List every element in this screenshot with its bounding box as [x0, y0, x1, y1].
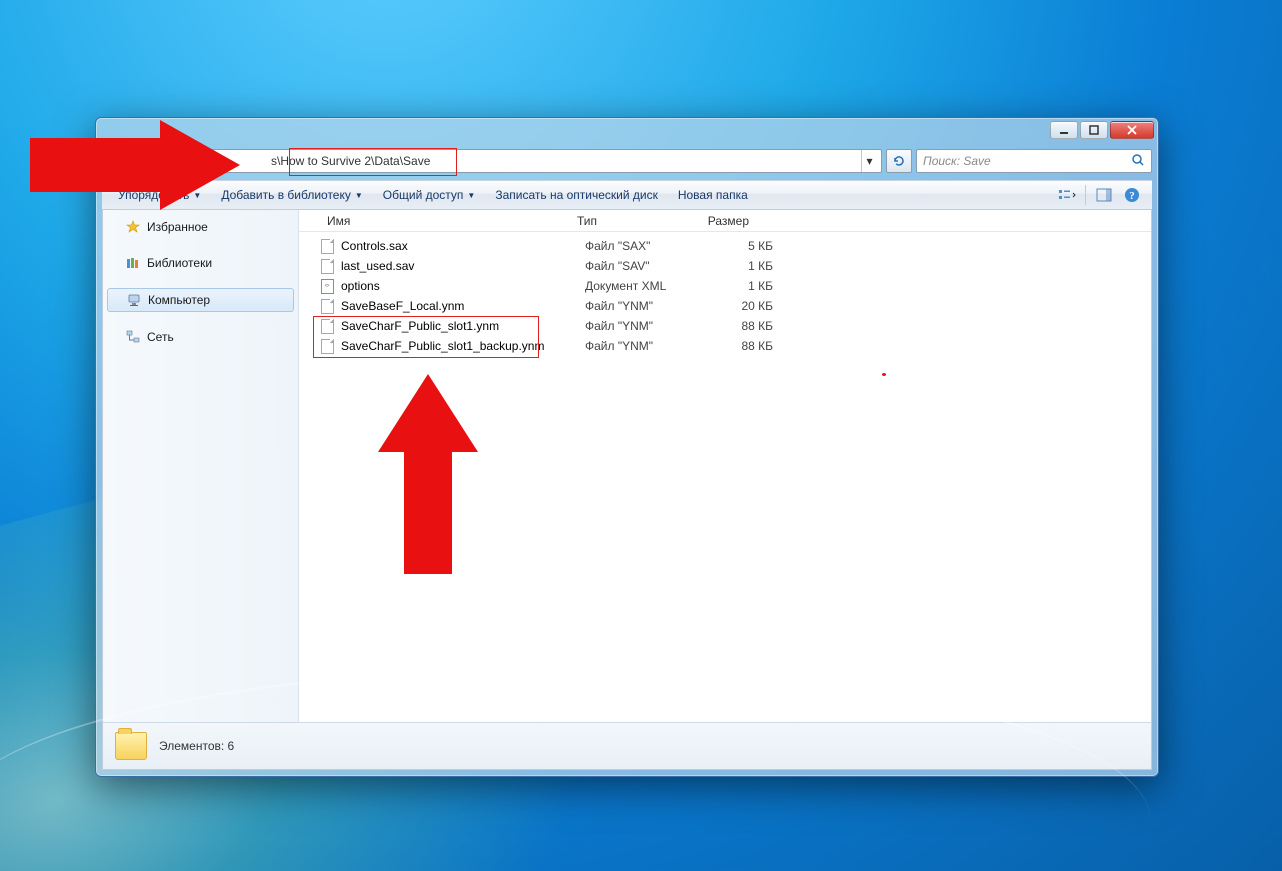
column-size[interactable]: Размер [687, 214, 757, 228]
details-summary: Элементов: 6 [159, 739, 234, 753]
nav-back-button[interactable] [102, 148, 128, 174]
new-folder-label: Новая папка [678, 188, 748, 202]
file-name: SaveCharF_Public_slot1.ynm [341, 319, 585, 333]
file-size: 20 КБ [703, 299, 773, 313]
file-row[interactable]: last_used.savФайл "SAV"1 КБ [319, 256, 1151, 276]
file-size: 88 КБ [703, 339, 773, 353]
file-list[interactable]: Controls.saxФайл "SAX"5 КБlast_used.savФ… [299, 232, 1151, 356]
file-type: Файл "SAX" [585, 239, 703, 253]
refresh-button[interactable] [886, 149, 912, 173]
burn-button[interactable]: Записать на оптический диск [487, 184, 666, 206]
column-type[interactable]: Тип [569, 214, 687, 228]
address-bar[interactable]: s\How to Survive 2\Data\Save ▾ [160, 149, 882, 173]
search-icon [1131, 153, 1145, 170]
search-input[interactable]: Поиск: Save [916, 149, 1152, 173]
folder-icon [115, 732, 147, 760]
computer-icon [126, 292, 142, 308]
network-icon [125, 329, 141, 345]
file-name: SaveCharF_Public_slot1_backup.ynm [341, 339, 585, 353]
file-name: last_used.sav [341, 259, 585, 273]
file-name: Controls.sax [341, 239, 585, 253]
file-name: SaveBaseF_Local.ynm [341, 299, 585, 313]
file-type: Файл "YNM" [585, 319, 703, 333]
maximize-button[interactable] [1080, 121, 1108, 139]
star-icon [125, 219, 141, 235]
nav-favorites[interactable]: Избранное [103, 216, 298, 238]
client-area: Избранное Библиотеки Компьютер [102, 210, 1152, 722]
organize-menu[interactable]: Упорядочить▼ [110, 184, 209, 206]
navbar: s\How to Survive 2\Data\Save ▾ Поиск: Sa… [102, 146, 1152, 176]
help-button[interactable]: ? [1120, 183, 1144, 207]
minimize-button[interactable] [1050, 121, 1078, 139]
nav-libraries[interactable]: Библиотеки [103, 252, 298, 274]
file-icon [319, 318, 335, 334]
titlebar [96, 118, 1158, 146]
toolbar: Упорядочить▼ Добавить в библиотеку▼ Общи… [102, 180, 1152, 210]
address-path: s\How to Survive 2\Data\Save [271, 154, 430, 168]
close-button[interactable] [1110, 121, 1154, 139]
share-label: Общий доступ [383, 188, 464, 202]
column-headers[interactable]: Имя Тип Размер [299, 210, 1151, 232]
new-folder-button[interactable]: Новая папка [670, 184, 756, 206]
nav-favorites-label: Избранное [147, 220, 208, 234]
file-row[interactable]: Controls.saxФайл "SAX"5 КБ [319, 236, 1151, 256]
add-to-library-label: Добавить в библиотеку [221, 188, 351, 202]
file-row[interactable]: SaveBaseF_Local.ynmФайл "YNM"20 КБ [319, 296, 1151, 316]
organize-label: Упорядочить [118, 188, 189, 202]
nav-network-label: Сеть [147, 330, 174, 344]
file-type: Документ XML [585, 279, 703, 293]
file-row[interactable]: SaveCharF_Public_slot1_backup.ynmФайл "Y… [319, 336, 1151, 356]
file-type: Файл "YNM" [585, 339, 703, 353]
share-menu[interactable]: Общий доступ▼ [375, 184, 484, 206]
navigation-pane: Избранное Библиотеки Компьютер [103, 210, 299, 722]
file-row[interactable]: ‹› optionsДокумент XML1 КБ [319, 276, 1151, 296]
details-pane: Элементов: 6 [102, 722, 1152, 770]
column-name[interactable]: Имя [319, 214, 569, 228]
explorer-window: s\How to Survive 2\Data\Save ▾ Поиск: Sa… [95, 117, 1159, 777]
nav-computer-label: Компьютер [148, 293, 210, 307]
nav-forward-button[interactable] [130, 148, 156, 174]
file-size: 1 КБ [703, 279, 773, 293]
file-icon [319, 238, 335, 254]
file-size: 88 КБ [703, 319, 773, 333]
svg-text:?: ? [1129, 190, 1135, 202]
address-dropdown-icon[interactable]: ▾ [861, 150, 877, 172]
file-row[interactable]: SaveCharF_Public_slot1.ynmФайл "YNM"88 К… [319, 316, 1151, 336]
file-view: Имя Тип Размер Controls.saxФайл "SAX"5 К… [299, 210, 1151, 722]
file-size: 5 КБ [703, 239, 773, 253]
nav-libraries-label: Библиотеки [147, 256, 212, 270]
search-placeholder: Поиск: Save [923, 154, 991, 168]
file-type: Файл "SAV" [585, 259, 703, 273]
libraries-icon [125, 255, 141, 271]
view-options-button[interactable] [1055, 183, 1079, 207]
add-to-library-menu[interactable]: Добавить в библиотеку▼ [213, 184, 370, 206]
nav-network[interactable]: Сеть [103, 326, 298, 348]
file-size: 1 КБ [703, 259, 773, 273]
file-name: options [341, 279, 585, 293]
file-icon [319, 258, 335, 274]
xml-file-icon: ‹› [319, 278, 335, 294]
preview-pane-button[interactable] [1092, 183, 1116, 207]
nav-computer[interactable]: Компьютер [107, 288, 294, 312]
file-icon [319, 298, 335, 314]
burn-label: Записать на оптический диск [495, 188, 658, 202]
file-icon [319, 338, 335, 354]
file-type: Файл "YNM" [585, 299, 703, 313]
